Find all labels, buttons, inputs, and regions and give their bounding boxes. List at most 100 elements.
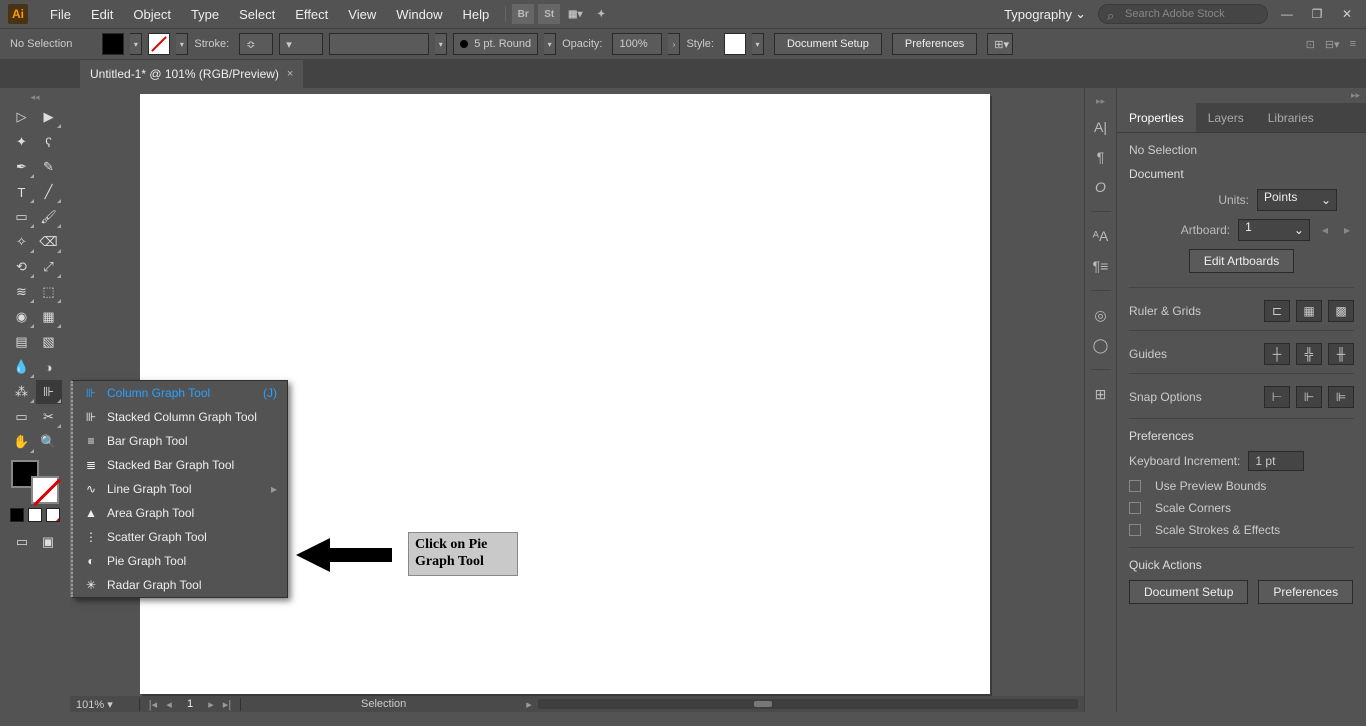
- menu-type[interactable]: Type: [181, 7, 229, 22]
- paragraph-panel-icon[interactable]: ¶: [1091, 147, 1111, 167]
- magic-wand-tool[interactable]: ✦: [9, 130, 35, 154]
- artboard-select[interactable]: 1: [1238, 219, 1310, 241]
- symbol-sprayer-tool[interactable]: ⁂: [9, 380, 35, 404]
- flyout-pie-graph[interactable]: ◐Pie Graph Tool: [73, 549, 287, 573]
- workspace-switcher[interactable]: Typography: [996, 4, 1090, 25]
- document-tab[interactable]: Untitled-1* @ 101% (RGB/Preview) ×: [80, 60, 303, 88]
- pen-tool[interactable]: ✒: [9, 155, 35, 179]
- isolate-icon[interactable]: ⊟▾: [1325, 38, 1340, 51]
- menu-view[interactable]: View: [338, 7, 386, 22]
- window-minimize-icon[interactable]: —: [1276, 5, 1298, 23]
- canvas-area[interactable]: ⊪Column Graph Tool(J) ⊪Stacked Column Gr…: [70, 88, 1084, 712]
- lasso-tool[interactable]: ʕ: [36, 130, 62, 154]
- next-artboard-button[interactable]: ▸: [1340, 223, 1354, 237]
- window-close-icon[interactable]: ✕: [1336, 5, 1358, 23]
- stroke-profile-dropdown[interactable]: ▾: [279, 33, 323, 55]
- flyout-bar-graph[interactable]: ≡Bar Graph Tool: [73, 429, 287, 453]
- type-tool[interactable]: T: [9, 180, 35, 204]
- screen-mode-full-icon[interactable]: ▣: [37, 532, 59, 552]
- snap-grid-icon[interactable]: ⊩: [1296, 386, 1322, 408]
- glyphs-panel-icon[interactable]: ⊞: [1091, 384, 1111, 404]
- qa-preferences-button[interactable]: Preferences: [1258, 580, 1353, 604]
- smart-guides-icon[interactable]: ╫: [1328, 343, 1354, 365]
- transparency-grid-icon[interactable]: ▩: [1328, 300, 1354, 322]
- perspective-grid-tool[interactable]: ▦: [36, 305, 62, 329]
- menu-object[interactable]: Object: [123, 7, 181, 22]
- menu-file[interactable]: File: [40, 7, 81, 22]
- style-dropdown[interactable]: ▾: [752, 33, 764, 55]
- color-panel-icon[interactable]: ◯: [1091, 335, 1111, 355]
- flyout-area-graph[interactable]: ▲Area Graph Tool: [73, 501, 287, 525]
- opacity-input[interactable]: 100%: [612, 33, 662, 55]
- use-preview-bounds-checkbox[interactable]: [1129, 480, 1141, 492]
- char-styles-panel-icon[interactable]: ᴬA: [1091, 226, 1111, 246]
- slice-tool[interactable]: ✂: [36, 405, 62, 429]
- bridge-icon[interactable]: Br: [512, 4, 534, 24]
- fill-stroke-wells[interactable]: [9, 460, 61, 504]
- document-setup-button[interactable]: Document Setup: [774, 33, 882, 55]
- align-dropdown[interactable]: ⊞▾: [987, 33, 1013, 55]
- tab-libraries[interactable]: Libraries: [1256, 103, 1326, 132]
- width-tool[interactable]: ≋: [9, 280, 35, 304]
- stroke-well[interactable]: [31, 476, 59, 504]
- flyout-scatter-graph[interactable]: ⋮Scatter Graph Tool: [73, 525, 287, 549]
- fill-swatch[interactable]: [102, 33, 124, 55]
- zoom-tool[interactable]: 🔍: [36, 430, 62, 454]
- gpu-icon[interactable]: ✦: [590, 4, 612, 24]
- brush-preset-dropdown[interactable]: ▾: [544, 33, 556, 55]
- keyboard-increment-input[interactable]: 1 pt: [1248, 451, 1304, 471]
- prev-artboard-button[interactable]: ◂: [1318, 223, 1332, 237]
- window-restore-icon[interactable]: ❐: [1306, 5, 1328, 23]
- scale-strokes-checkbox[interactable]: [1129, 524, 1141, 536]
- close-tab-icon[interactable]: ×: [287, 68, 293, 80]
- rectangle-tool[interactable]: ▭: [9, 205, 35, 229]
- para-styles-panel-icon[interactable]: ¶≡: [1091, 256, 1111, 276]
- menu-select[interactable]: Select: [229, 7, 285, 22]
- eyedropper-tool[interactable]: 💧: [9, 355, 35, 379]
- flyout-line-graph[interactable]: ∿Line Graph Tool▸: [73, 477, 287, 501]
- none-mode-icon[interactable]: [46, 508, 60, 522]
- gradient-tool[interactable]: ▧: [36, 330, 62, 354]
- zoom-level[interactable]: 101% ▾: [70, 698, 140, 711]
- preferences-button[interactable]: Preferences: [892, 33, 977, 55]
- lock-guides-icon[interactable]: ╬: [1296, 343, 1322, 365]
- stroke-swatch[interactable]: [148, 33, 170, 55]
- stroke-weight-input[interactable]: ≎: [239, 33, 273, 55]
- snap-point-icon[interactable]: ⊢: [1264, 386, 1290, 408]
- appearance-panel-icon[interactable]: ◎: [1091, 305, 1111, 325]
- tab-properties[interactable]: Properties: [1117, 103, 1196, 132]
- menu-help[interactable]: Help: [452, 7, 499, 22]
- brush-dropdown[interactable]: ▾: [435, 33, 447, 55]
- mesh-tool[interactable]: ▤: [9, 330, 35, 354]
- screen-mode-normal-icon[interactable]: ▭: [11, 532, 33, 552]
- edit-artboards-button[interactable]: Edit Artboards: [1189, 249, 1294, 273]
- transform-icon[interactable]: ⊡: [1306, 38, 1315, 51]
- artboard-tool[interactable]: ▭: [9, 405, 35, 429]
- hand-tool[interactable]: ✋: [9, 430, 35, 454]
- show-guides-icon[interactable]: ┼: [1264, 343, 1290, 365]
- character-panel-icon[interactable]: A|: [1091, 117, 1111, 137]
- direct-selection-tool[interactable]: ▶: [36, 105, 62, 129]
- last-artboard-icon[interactable]: ▸|: [220, 698, 234, 711]
- snap-pixel-icon[interactable]: ⊫: [1328, 386, 1354, 408]
- tab-layers[interactable]: Layers: [1196, 103, 1256, 132]
- flyout-stacked-column-graph[interactable]: ⊪Stacked Column Graph Tool: [73, 405, 287, 429]
- first-artboard-icon[interactable]: |◂: [146, 698, 160, 711]
- brush-label[interactable]: 5 pt. Round: [453, 33, 538, 55]
- blend-tool[interactable]: ◑: [36, 355, 62, 379]
- column-graph-tool[interactable]: ⊪: [36, 380, 62, 404]
- prev-artboard-icon[interactable]: ◂: [162, 698, 176, 711]
- style-swatch[interactable]: [724, 33, 746, 55]
- menu-effect[interactable]: Effect: [285, 7, 338, 22]
- brush-definition[interactable]: [329, 33, 429, 55]
- flyout-radar-graph[interactable]: ✳Radar Graph Tool: [73, 573, 287, 597]
- opentype-panel-icon[interactable]: O: [1091, 177, 1111, 197]
- grid-icon[interactable]: ▦: [1296, 300, 1322, 322]
- next-artboard-icon[interactable]: ▸: [204, 698, 218, 711]
- flyout-column-graph[interactable]: ⊪Column Graph Tool(J): [73, 381, 287, 405]
- opacity-dropdown[interactable]: ›: [668, 33, 680, 55]
- scale-corners-checkbox[interactable]: [1129, 502, 1141, 514]
- fill-dropdown[interactable]: ▾: [130, 33, 142, 55]
- color-mode-icon[interactable]: [10, 508, 24, 522]
- curvature-tool[interactable]: ✎: [36, 155, 62, 179]
